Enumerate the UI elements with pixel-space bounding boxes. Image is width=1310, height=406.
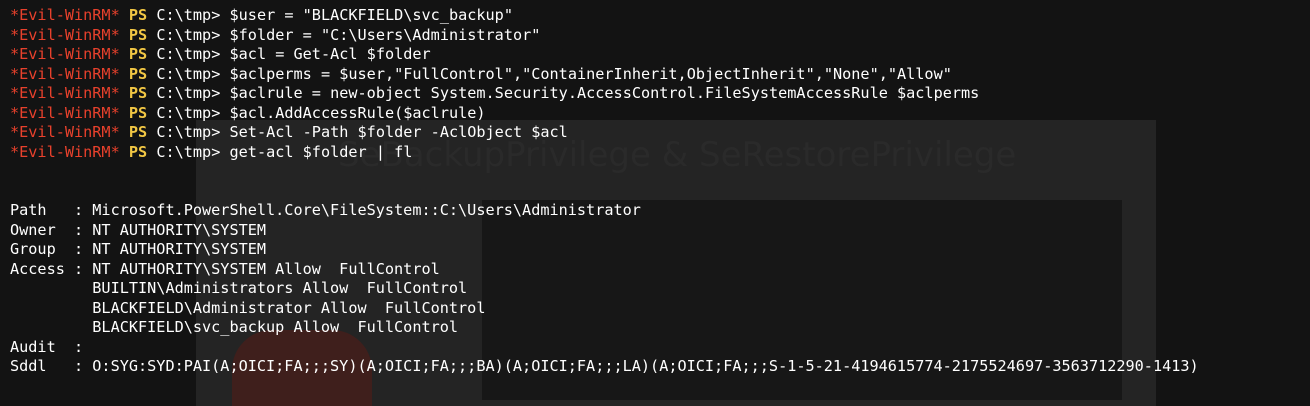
command-line: *Evil-WinRM* PS C:\tmp> Set-Acl -Path $f… [10,123,1310,143]
prompt-ps: PS [128,84,148,102]
prompt-path: C:\tmp> [156,142,221,161]
command-text: $folder = "C:\Users\Administrator" [229,25,541,44]
prompt-tag: *Evil-WinRM* [10,45,120,63]
terminal-lines: *Evil-WinRM* PS C:\tmp> $user = "BLACKFI… [10,6,1310,377]
command-text: Set-Acl -Path $folder -AclObject $acl [229,123,568,141]
prompt-ps: PS [128,64,148,83]
command-line: *Evil-WinRM* PS C:\tmp> $user = "BLACKFI… [10,6,1310,26]
prompt-path: C:\tmp> [156,6,221,24]
prompt-tag: *Evil-WinRM* [10,25,120,44]
prompt-ps: PS [128,25,148,44]
command-line: *Evil-WinRM* PS C:\tmp> $folder = "C:\Us… [10,26,1310,46]
command-text: $aclrule = new-object System.Security.Ac… [229,84,980,102]
prompt-ps: PS [128,142,148,161]
prompt-ps: PS [128,6,148,24]
output-audit: Audit : [10,337,84,356]
command-text: $acl.AddAccessRule($aclrule) [229,103,486,122]
command-text: get-acl $folder | fl [229,142,413,161]
prompt-path: C:\tmp> [156,45,221,63]
prompt-path: C:\tmp> [156,25,221,44]
command-text: $user = "BLACKFIELD\svc_backup" [229,6,513,24]
prompt-tag: *Evil-WinRM* [10,84,120,102]
output-access-entry: BLACKFIELD\Administrator Allow FullContr… [10,298,486,317]
output-access-entry: BLACKFIELD\svc_backup Allow FullControl [10,318,459,336]
command-text: $acl = Get-Acl $folder [229,45,431,63]
output-access: Access : NT AUTHORITY\SYSTEM Allow FullC… [10,259,440,278]
output-group: Group : NT AUTHORITY\SYSTEM [10,240,267,258]
prompt-ps: PS [128,123,148,141]
prompt-tag: *Evil-WinRM* [10,142,120,161]
command-line: *Evil-WinRM* PS C:\tmp> get-acl $folder … [10,143,1310,163]
prompt-path: C:\tmp> [156,103,221,122]
prompt-tag: *Evil-WinRM* [10,64,120,83]
prompt-path: C:\tmp> [156,64,221,83]
prompt-tag: *Evil-WinRM* [10,103,120,122]
output-access-entry: BUILTIN\Administrators Allow FullControl [10,279,468,297]
output-owner: Owner : NT AUTHORITY\SYSTEM [10,220,267,239]
terminal-window[interactable]: SeBackupPrivilege & SeRestorePrivilege *… [0,0,1310,406]
command-line: *Evil-WinRM* PS C:\tmp> $aclperms = $use… [10,65,1310,85]
prompt-tag: *Evil-WinRM* [10,6,120,24]
command-line: *Evil-WinRM* PS C:\tmp> $acl = Get-Acl $… [10,45,1310,65]
command-line: *Evil-WinRM* PS C:\tmp> $acl.AddAccessRu… [10,104,1310,124]
prompt-path: C:\tmp> [156,84,221,102]
prompt-tag: *Evil-WinRM* [10,123,120,141]
command-line: *Evil-WinRM* PS C:\tmp> $aclrule = new-o… [10,84,1310,104]
prompt-path: C:\tmp> [156,123,221,141]
output-path: Path : Microsoft.PowerShell.Core\FileSys… [10,201,641,219]
output-sddl: Sddl : O:SYG:SYD:PAI(A;OICI;FA;;;SY)(A;O… [10,357,1199,375]
prompt-ps: PS [128,45,148,63]
prompt-ps: PS [128,103,148,122]
command-text: $aclperms = $user,"FullControl","Contain… [229,64,952,83]
